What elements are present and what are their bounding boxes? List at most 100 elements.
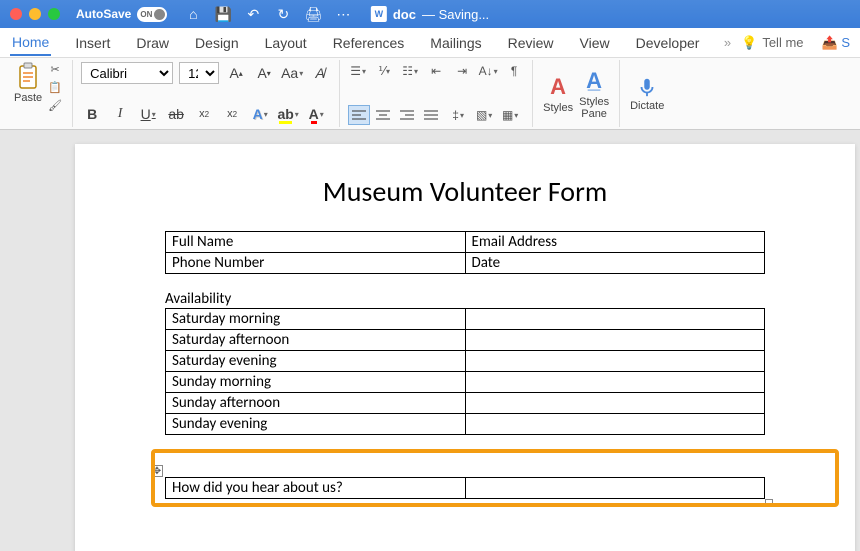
availability-table[interactable]: Saturday morning Saturday afternoon Satu… (165, 308, 765, 435)
page[interactable]: Museum Volunteer Form Full Name Email Ad… (75, 144, 855, 551)
table-row[interactable]: Phone Number Date (166, 253, 765, 274)
grow-font-icon[interactable]: A▴ (225, 62, 247, 84)
cell-phone[interactable]: Phone Number (166, 253, 466, 274)
cell-sun-afternoon[interactable]: Sunday afternoon (166, 393, 466, 414)
tab-design[interactable]: Design (193, 31, 241, 55)
multilevel-icon[interactable]: ☷ (400, 62, 420, 80)
table-move-handle[interactable]: ✥ (151, 465, 163, 477)
text-effects-icon[interactable]: A (249, 103, 271, 125)
ribbon-tabs: Home Insert Draw Design Layout Reference… (0, 28, 860, 58)
tab-layout[interactable]: Layout (263, 31, 309, 55)
cell-sat-morning[interactable]: Saturday morning (166, 309, 466, 330)
cell-full-name[interactable]: Full Name (166, 232, 466, 253)
cell-empty[interactable] (465, 330, 765, 351)
cell-empty[interactable] (465, 309, 765, 330)
more-icon[interactable]: ⋯ (335, 6, 351, 22)
shading-icon[interactable]: ▧ (474, 106, 494, 124)
subscript-button[interactable]: x2 (193, 103, 215, 125)
bullets-icon[interactable]: ☰ (348, 62, 368, 80)
cell-empty[interactable] (465, 351, 765, 372)
redo-icon[interactable]: ↻ (275, 6, 291, 22)
format-painter-icon[interactable]: 🖌 (46, 98, 64, 112)
contact-table[interactable]: Full Name Email Address Phone Number Dat… (165, 231, 765, 274)
tab-insert[interactable]: Insert (73, 31, 112, 55)
paste-label: Paste (14, 92, 42, 104)
undo-icon[interactable]: ↶ (245, 6, 261, 22)
availability-label[interactable]: Availability (165, 290, 765, 308)
table-row[interactable]: How did you hear about us? (166, 478, 765, 499)
save-icon[interactable]: 💾 (215, 6, 231, 22)
autosave-toggle[interactable]: ON (137, 7, 167, 22)
dictate-label: Dictate (630, 100, 664, 112)
italic-button[interactable]: I (109, 103, 131, 125)
window-controls (10, 8, 60, 20)
styles-button[interactable]: A Styles (543, 74, 573, 114)
dictate-group: Dictate (620, 60, 674, 127)
table-row[interactable]: Full Name Email Address (166, 232, 765, 253)
strikethrough-button[interactable]: ab (165, 103, 187, 125)
cell-email[interactable]: Email Address (465, 232, 765, 253)
change-case-icon[interactable]: Aa (281, 62, 303, 84)
paste-button[interactable]: Paste (14, 62, 42, 104)
numbering-icon[interactable]: ⅟ (374, 62, 394, 80)
tab-references[interactable]: References (331, 31, 407, 55)
document-title: W doc — Saving... (371, 6, 489, 22)
font-color-button[interactable]: A (305, 103, 327, 125)
table-row: Sunday afternoon (166, 393, 765, 414)
indent-decrease-icon[interactable]: ⇤ (426, 62, 446, 80)
align-left-icon[interactable] (348, 105, 370, 125)
cell-sat-evening[interactable]: Saturday evening (166, 351, 466, 372)
minimize-window[interactable] (29, 8, 41, 20)
home-icon[interactable]: ⌂ (185, 6, 201, 22)
autosave-label: AutoSave (76, 7, 131, 21)
close-window[interactable] (10, 8, 22, 20)
cell-date[interactable]: Date (465, 253, 765, 274)
cell-empty[interactable] (465, 414, 765, 435)
styles-pane-button[interactable]: A̲ Styles Pane (579, 68, 609, 120)
tab-mailings[interactable]: Mailings (428, 31, 483, 55)
shrink-font-icon[interactable]: A▾ (253, 62, 275, 84)
underline-button[interactable]: U (137, 103, 159, 125)
align-center-icon[interactable] (372, 105, 394, 125)
cut-icon[interactable]: ✂ (46, 62, 64, 76)
align-justify-icon[interactable] (420, 105, 442, 125)
dictate-button[interactable]: Dictate (630, 76, 664, 112)
indent-increase-icon[interactable]: ⇥ (452, 62, 472, 80)
clear-format-icon[interactable]: A̸ (309, 62, 331, 84)
align-right-icon[interactable] (396, 105, 418, 125)
cell-sat-afternoon[interactable]: Saturday afternoon (166, 330, 466, 351)
maximize-window[interactable] (48, 8, 60, 20)
quick-access-toolbar: ⌂ 💾 ↶ ↻ 🖨 ⋯ (185, 6, 351, 22)
highlight-button[interactable]: ab (277, 103, 299, 125)
bold-button[interactable]: B (81, 103, 103, 125)
line-spacing-icon[interactable]: ‡ (448, 106, 468, 124)
cell-question[interactable]: How did you hear about us? (166, 478, 466, 499)
doc-name: doc (393, 7, 416, 22)
tab-draw[interactable]: Draw (134, 31, 171, 55)
cell-empty[interactable] (465, 372, 765, 393)
cell-sun-evening[interactable]: Sunday evening (166, 414, 466, 435)
tab-developer[interactable]: Developer (634, 31, 702, 55)
tabs-overflow-icon[interactable]: » (724, 35, 731, 50)
cell-sun-morning[interactable]: Sunday morning (166, 372, 466, 393)
cell-answer[interactable] (465, 478, 765, 499)
pilcrow-icon[interactable]: ¶ (504, 62, 524, 80)
copy-icon[interactable]: 📋 (46, 80, 64, 94)
sort-icon[interactable]: A↓ (478, 62, 498, 80)
styles-label: Styles (543, 102, 573, 114)
table-resize-handle[interactable] (765, 499, 773, 507)
print-icon[interactable]: 🖨 (305, 6, 321, 22)
superscript-button[interactable]: x2 (221, 103, 243, 125)
question-table[interactable]: How did you hear about us? (165, 477, 765, 499)
font-size-select[interactable]: 12 (179, 62, 219, 84)
borders-icon[interactable]: ▦ (500, 106, 520, 124)
share-button[interactable]: 📤 S (822, 35, 850, 51)
tab-review[interactable]: Review (506, 31, 556, 55)
cell-empty[interactable] (465, 393, 765, 414)
font-name-select[interactable]: Calibri (81, 62, 173, 84)
tell-me[interactable]: 💡 Tell me (741, 35, 803, 51)
paragraph-group: ☰ ⅟ ☷ ⇤ ⇥ A↓ ¶ ‡ ▧ ▦ (340, 60, 533, 127)
tab-home[interactable]: Home (10, 30, 51, 56)
document-heading[interactable]: Museum Volunteer Form (165, 174, 765, 209)
tab-view[interactable]: View (578, 31, 612, 55)
